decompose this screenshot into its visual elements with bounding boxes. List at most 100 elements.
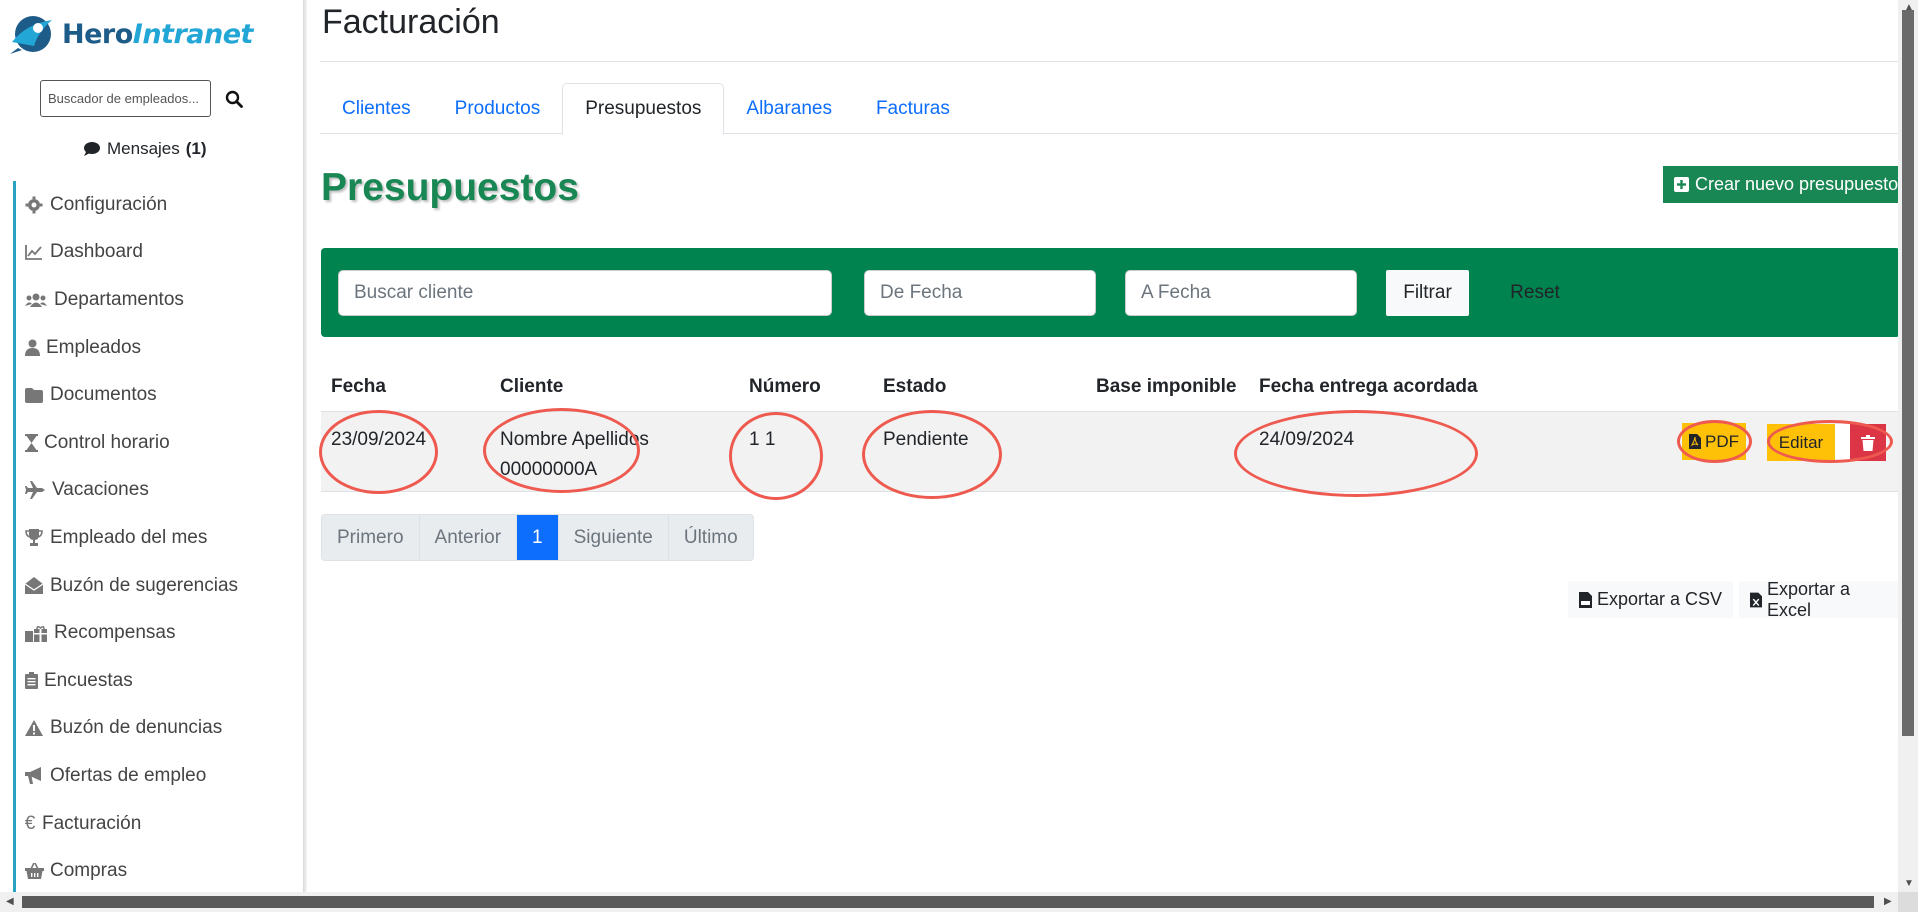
horizontal-scrollbar-thumb[interactable]	[22, 896, 1874, 908]
reset-button[interactable]: Reset	[1500, 270, 1570, 316]
edit-button[interactable]: Editar	[1767, 424, 1835, 461]
sidebar-item-label: Dashboard	[50, 241, 143, 263]
messages-label: Mensajes	[107, 139, 180, 158]
sidebar-item-compras[interactable]: Compras	[13, 847, 303, 895]
client-search-input[interactable]	[338, 270, 832, 316]
sidebar-nav: Configuración Dashboard Departamentos Em…	[13, 181, 303, 895]
sidebar-divider	[303, 0, 307, 892]
delete-button[interactable]	[1850, 424, 1886, 461]
trophy-icon	[24, 528, 44, 548]
column-header[interactable]: Base imponible	[1096, 376, 1236, 398]
tab-albaranes[interactable]: Albaranes	[724, 83, 854, 134]
search-icon[interactable]	[219, 84, 249, 114]
sidebar-item-empleados[interactable]: Empleados	[13, 323, 303, 372]
sidebar-item-configuracion[interactable]: Configuración	[13, 181, 303, 229]
row-delivery-date: 24/09/2024	[1259, 429, 1355, 450]
file-csv-icon	[1579, 591, 1592, 608]
pagination: Primero Anterior 1 Siguiente Último	[321, 514, 754, 561]
table-header: Fecha Cliente Número Estado Base imponib…	[321, 370, 1900, 412]
chart-line-icon	[24, 242, 44, 262]
to-date-input[interactable]	[1125, 270, 1357, 316]
file-excel-icon	[1750, 592, 1763, 607]
filter-panel: Filtrar Reset	[321, 248, 1900, 337]
users-icon	[24, 290, 48, 310]
sidebar-item-label: Buzón de sugerencias	[50, 574, 239, 596]
row-client-name: Nombre Apellidos	[500, 429, 649, 450]
trash-icon	[1861, 434, 1875, 451]
filter-button[interactable]: Filtrar	[1386, 270, 1469, 316]
title-divider	[320, 61, 1900, 62]
page-next[interactable]: Siguiente	[559, 515, 669, 560]
sidebar-item-dashboard[interactable]: Dashboard	[13, 228, 303, 277]
plus-square-icon	[1674, 177, 1689, 192]
plane-icon	[24, 480, 46, 500]
sidebar-item-buzon-denuncias[interactable]: Buzón de denuncias	[13, 704, 303, 753]
page-title: Facturación	[322, 3, 500, 41]
folder-icon	[24, 385, 44, 405]
scrollbar-corner	[1898, 892, 1918, 912]
messages-link[interactable]: Mensajes (1)	[83, 139, 207, 159]
megaphone-icon	[24, 766, 44, 786]
logo[interactable]: HeroIntranet	[8, 12, 253, 56]
column-header[interactable]: Fecha entrega acordada	[1259, 376, 1478, 398]
billing-tabs: Clientes Productos Presupuestos Albarane…	[320, 83, 1900, 135]
page-first[interactable]: Primero	[322, 515, 420, 560]
column-header[interactable]: Fecha	[331, 376, 386, 398]
page-last[interactable]: Último	[669, 515, 753, 560]
sidebar-item-vacaciones[interactable]: Vacaciones	[13, 466, 303, 515]
from-date-input[interactable]	[864, 270, 1096, 316]
sidebar-item-label: Encuestas	[44, 669, 133, 691]
comment-icon	[84, 142, 100, 156]
column-header[interactable]: Número	[749, 376, 821, 398]
sidebar-item-label: Departamentos	[54, 288, 184, 310]
sidebar-item-departamentos[interactable]: Departamentos	[13, 276, 303, 324]
hourglass-icon	[24, 433, 38, 453]
sidebar-item-control-horario[interactable]: Control horario	[13, 418, 303, 467]
sidebar-item-empleado-del-mes[interactable]: Empleado del mes	[13, 514, 303, 562]
tab-presupuestos[interactable]: Presupuestos	[562, 83, 725, 135]
column-header[interactable]: Estado	[883, 376, 946, 398]
sidebar-item-encuestas[interactable]: Encuestas	[13, 656, 303, 705]
pdf-button[interactable]: PDF	[1682, 423, 1746, 460]
page-current[interactable]: 1	[517, 515, 559, 560]
sidebar-item-label: Vacaciones	[52, 479, 149, 501]
row-number: 1 1	[749, 429, 776, 450]
sidebar-item-label: Configuración	[50, 193, 168, 215]
sidebar-item-ofertas-empleo[interactable]: Ofertas de empleo	[13, 752, 303, 800]
sidebar-item-documentos[interactable]: Documentos	[13, 371, 303, 419]
sidebar-item-label: Ofertas de empleo	[50, 764, 207, 786]
tab-clientes[interactable]: Clientes	[320, 83, 433, 134]
vertical-scrollbar-thumb[interactable]	[1902, 10, 1914, 736]
export-csv-button[interactable]: Exportar a CSV	[1568, 581, 1734, 618]
create-quote-button[interactable]: Crear nuevo presupuesto	[1663, 166, 1900, 203]
clipboard-icon	[24, 671, 38, 691]
messages-count: (1)	[185, 139, 207, 158]
warning-icon	[24, 718, 44, 738]
sidebar-item-label: Recompensas	[54, 622, 176, 644]
sidebar-item-facturacion[interactable]: € Facturación	[13, 799, 303, 848]
sidebar-item-label: Compras	[50, 860, 128, 882]
export-excel-button[interactable]: Exportar a Excel	[1739, 578, 1900, 620]
export-excel-label: Exportar a Excel	[1767, 578, 1851, 620]
page-previous[interactable]: Anterior	[420, 515, 518, 560]
tab-productos[interactable]: Productos	[433, 83, 563, 134]
user-icon	[24, 338, 40, 358]
sidebar-item-label: Control horario	[44, 431, 170, 453]
scroll-right-icon[interactable]: ▶	[1884, 896, 1892, 907]
button-separator	[1835, 424, 1850, 461]
tab-facturas[interactable]: Facturas	[854, 83, 972, 134]
scroll-down-icon[interactable]: ▼	[1904, 878, 1914, 889]
sidebar-item-label: Empleado del mes	[50, 526, 208, 548]
sidebar-item-recompensas[interactable]: Recompensas	[13, 609, 303, 657]
scroll-up-icon[interactable]: ▲	[1904, 2, 1914, 13]
employee-search-input[interactable]	[40, 80, 211, 117]
hero-logo-icon	[10, 16, 52, 54]
column-header[interactable]: Cliente	[500, 376, 563, 398]
sidebar-item-buzon-sugerencias[interactable]: Buzón de sugerencias	[13, 561, 303, 610]
row-status: Pendiente	[883, 429, 969, 450]
gear-icon	[24, 195, 44, 215]
section-title: Presupuestos	[321, 166, 579, 209]
export-csv-label: Exportar a CSV	[1597, 589, 1723, 609]
gifts-icon	[24, 623, 48, 643]
scroll-left-icon[interactable]: ◀	[6, 896, 14, 907]
